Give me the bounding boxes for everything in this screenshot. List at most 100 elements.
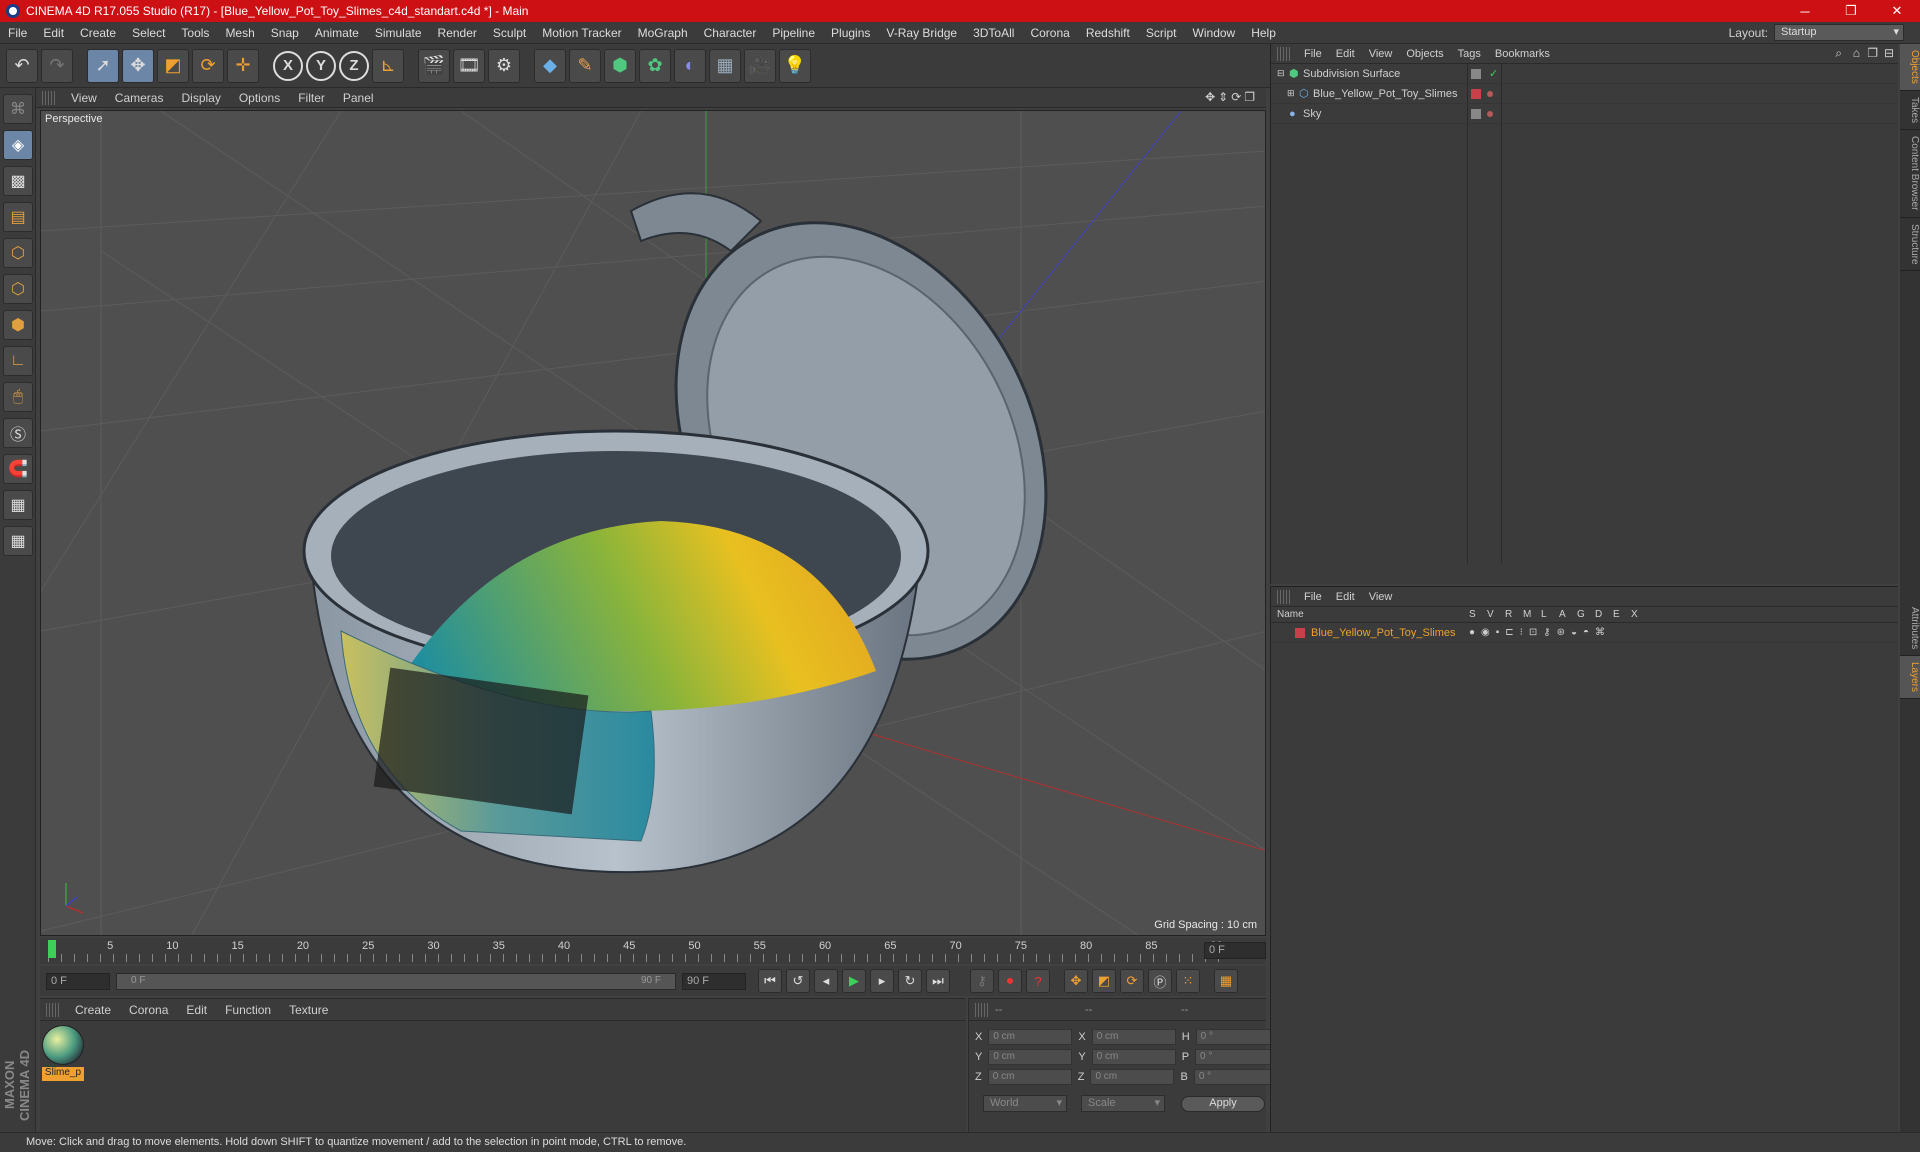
position-x-field[interactable]: 0 cm [988, 1029, 1073, 1045]
playhead[interactable] [48, 940, 56, 958]
viewport-menu-display[interactable]: Display [172, 91, 229, 105]
viewport-menu-options[interactable]: Options [230, 91, 289, 105]
axis-mode-icon[interactable]: ∟ [3, 346, 33, 376]
end-frame-field[interactable]: 90 F [682, 972, 746, 990]
material-menu-edit[interactable]: Edit [177, 1003, 216, 1017]
rotation-p-field[interactable]: 0 ° [1195, 1049, 1280, 1065]
key-pla-icon[interactable]: ⁙ [1176, 969, 1200, 993]
new-view-icon[interactable]: ❐ [1867, 46, 1878, 60]
layer-row[interactable]: Blue_Yellow_Pot_Toy_Slimes ●◉▪⊏⁝⊡⚷⊛◒◓⌘ [1271, 623, 1898, 643]
rotate-tool-icon[interactable]: ⟳ [192, 48, 224, 83]
object-row-pot[interactable]: ⊞ ⬡ Blue_Yellow_Pot_Toy_Slimes [1271, 84, 1898, 104]
workplane-lock-icon[interactable]: ▦ [3, 490, 33, 520]
z-axis-icon[interactable]: Z [339, 50, 369, 81]
rotation-h-field[interactable]: 0 ° [1195, 1029, 1280, 1045]
frame-range-slider[interactable]: 0 F 90 F [116, 972, 676, 990]
size-x-field[interactable]: 0 cm [1091, 1029, 1176, 1045]
position-z-field[interactable]: 0 cm [987, 1069, 1072, 1085]
viewport-menu-filter[interactable]: Filter [289, 91, 334, 105]
layer-menu-edit[interactable]: Edit [1329, 591, 1362, 603]
obj-menu-objects[interactable]: Objects [1399, 48, 1450, 60]
prev-frame-icon[interactable]: ◂ [814, 969, 838, 993]
play-icon[interactable]: ▶ [842, 969, 866, 993]
menu-3dtoall[interactable]: 3DToAll [965, 26, 1022, 40]
goto-end-icon[interactable]: ⏭ [926, 969, 950, 993]
menu-select[interactable]: Select [124, 26, 173, 40]
menu-character[interactable]: Character [696, 26, 765, 40]
edges-mode-icon[interactable]: ⬡ [3, 274, 33, 304]
scale-tool-icon[interactable]: ◩ [157, 48, 189, 83]
enabled-check-icon[interactable]: ✓ [1489, 67, 1498, 80]
close-button[interactable]: ✕ [1874, 3, 1920, 19]
cloner-icon[interactable]: ✿ [639, 48, 671, 83]
key-scale-icon[interactable]: ◩ [1092, 969, 1116, 993]
move-tool-icon[interactable]: ✥ [122, 48, 154, 83]
obj-menu-file[interactable]: File [1297, 48, 1329, 60]
key-position-icon[interactable]: ✥ [1064, 969, 1088, 993]
deformer-icon[interactable]: ◐ [674, 48, 706, 83]
prev-key-icon[interactable]: ↺ [786, 969, 810, 993]
y-axis-icon[interactable]: Y [306, 50, 336, 81]
subdivision-icon[interactable]: ⬢ [604, 48, 636, 83]
layer-menu-view[interactable]: View [1362, 591, 1400, 603]
size-z-field[interactable]: 0 cm [1090, 1069, 1175, 1085]
object-row-sky[interactable]: ● Sky [1271, 104, 1898, 124]
visibility-dot-icon[interactable] [1487, 91, 1493, 97]
current-frame-field[interactable]: 0 F [1204, 942, 1266, 959]
collapse-icon[interactable]: ⊟ [1277, 68, 1285, 79]
menu-window[interactable]: Window [1185, 26, 1244, 40]
render-view-icon[interactable]: 🎬 [418, 48, 450, 83]
goto-start-icon[interactable]: ⏮ [758, 969, 782, 993]
menu-file[interactable]: File [0, 26, 35, 40]
size-y-field[interactable]: 0 cm [1091, 1049, 1176, 1065]
tab-objects[interactable]: Objects [1900, 44, 1920, 91]
rotation-b-field[interactable]: 0 ° [1193, 1069, 1278, 1085]
search-icon[interactable]: ⌕ [1835, 46, 1842, 61]
obj-menu-edit[interactable]: Edit [1329, 48, 1362, 60]
timeline-ruler[interactable]: 0 5 10 15 20 25 30 35 40 45 50 55 60 65 … [40, 938, 1266, 964]
pen-spline-icon[interactable]: ✎ [569, 48, 601, 83]
menu-tools[interactable]: Tools [173, 26, 217, 40]
select-tool-icon[interactable]: ➚ [87, 48, 119, 83]
tab-content-browser[interactable]: Content Browser [1900, 130, 1920, 218]
menu-simulate[interactable]: Simulate [367, 26, 430, 40]
texture-mode-icon[interactable]: ▩ [3, 166, 33, 196]
material-menu-function[interactable]: Function [216, 1003, 280, 1017]
menu-render[interactable]: Render [430, 26, 485, 40]
layer-menu-file[interactable]: File [1297, 591, 1329, 603]
magnet-icon[interactable]: 🧲 [3, 454, 33, 484]
layer-swatch-icon[interactable] [1471, 109, 1481, 119]
menu-snap[interactable]: Snap [263, 26, 307, 40]
next-frame-icon[interactable]: ▸ [870, 969, 894, 993]
perspective-viewport[interactable]: Perspective Grid Spacing : 10 cm [40, 110, 1266, 936]
camera-icon[interactable]: 🎥 [744, 48, 776, 83]
key-parameter-icon[interactable]: Ⓟ [1148, 969, 1172, 993]
viewport-menu-cameras[interactable]: Cameras [106, 91, 173, 105]
layer-swatch-icon[interactable] [1471, 89, 1481, 99]
minimize-button[interactable]: ─ [1782, 4, 1828, 19]
object-row-subdivision-surface[interactable]: ⊟ ⬢ Subdivision Surface ✓ [1271, 64, 1898, 84]
expand-icon[interactable]: ⊞ [1287, 88, 1295, 99]
menu-create[interactable]: Create [72, 26, 124, 40]
key-rotation-icon[interactable]: ⟳ [1120, 969, 1144, 993]
panel-menu-icon[interactable]: ⊟ [1884, 46, 1894, 60]
points-mode-icon[interactable]: ⬡ [3, 238, 33, 268]
material-menu-corona[interactable]: Corona [120, 1003, 177, 1017]
menu-animate[interactable]: Animate [307, 26, 367, 40]
record-icon[interactable]: ⏺ [998, 969, 1022, 993]
autokey-icon[interactable]: ? [1026, 969, 1050, 993]
grid-snap-icon[interactable]: ▦ [3, 526, 33, 556]
menu-sculpt[interactable]: Sculpt [485, 26, 534, 40]
layer-toggle-icons[interactable]: ●◉▪⊏⁝⊡⚷⊛◒◓⌘ [1469, 627, 1611, 638]
layout-dropdown[interactable]: Startup [1774, 24, 1904, 41]
make-editable-icon[interactable]: ⌘ [3, 94, 33, 124]
timeline-window-icon[interactable]: ▦ [1214, 969, 1238, 993]
obj-menu-tags[interactable]: Tags [1451, 48, 1488, 60]
position-y-field[interactable]: 0 cm [988, 1049, 1073, 1065]
tweak-mode-icon[interactable]: 🖱 [3, 382, 33, 412]
material-menu-create[interactable]: Create [66, 1003, 120, 1017]
cube-icon[interactable]: ◆ [534, 48, 566, 83]
floor-icon[interactable]: ▦ [709, 48, 741, 83]
menu-pipeline[interactable]: Pipeline [764, 26, 823, 40]
tab-attributes[interactable]: Attributes [1900, 601, 1920, 657]
